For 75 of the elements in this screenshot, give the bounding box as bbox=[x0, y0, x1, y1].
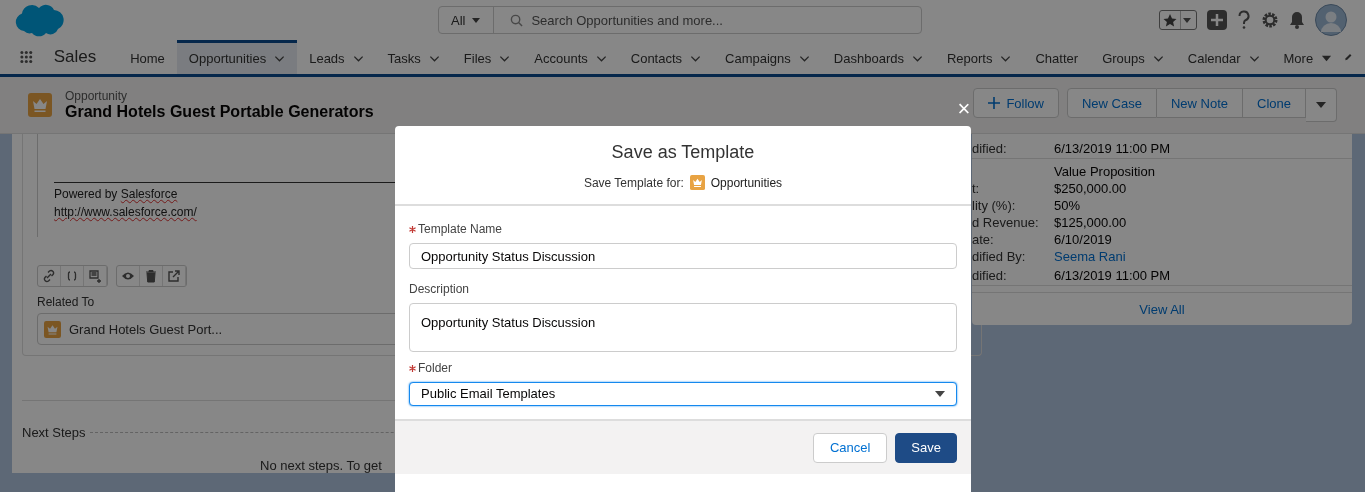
bell-icon[interactable] bbox=[1289, 11, 1305, 29]
folder-select[interactable]: Public Email Templates bbox=[409, 381, 957, 406]
nav-tab[interactable]: Leads bbox=[297, 40, 376, 74]
caret-down-icon bbox=[1180, 11, 1194, 29]
section-heading: Next Steps bbox=[22, 425, 86, 440]
field-label: dified By: bbox=[972, 249, 1026, 264]
nav-tab[interactable]: Opportunities bbox=[176, 40, 298, 74]
nav-tab[interactable]: Contacts bbox=[618, 40, 714, 74]
view-all-link[interactable]: View All bbox=[1139, 301, 1185, 317]
field-label: Save Template for: bbox=[583, 175, 684, 190]
avatar-icon[interactable] bbox=[1315, 4, 1347, 36]
save-button[interactable]: Save bbox=[895, 432, 957, 463]
field-label: t: bbox=[972, 181, 980, 196]
user-link[interactable]: Seema Rani bbox=[1054, 249, 1126, 264]
cancel-button[interactable]: Cancel bbox=[812, 432, 888, 463]
app-name: Sales bbox=[53, 47, 97, 67]
crown-icon bbox=[44, 320, 61, 338]
follow-button[interactable]: Follow bbox=[973, 88, 1059, 118]
settings-icon[interactable] bbox=[1261, 11, 1279, 29]
scope-dropdown[interactable]: All bbox=[439, 7, 495, 33]
nav-tab[interactable]: Dashboards bbox=[821, 40, 935, 74]
search-icon bbox=[510, 13, 524, 27]
close-button[interactable]: × bbox=[953, 98, 975, 120]
crown-icon bbox=[689, 175, 705, 190]
object-name: Opportunities bbox=[710, 175, 783, 190]
caret-down-icon[interactable] bbox=[1321, 53, 1333, 64]
nav-tab[interactable]: Campaigns bbox=[713, 40, 822, 74]
search-field[interactable]: All Search Opportunities and more... bbox=[438, 6, 922, 34]
field-label: Description bbox=[409, 282, 471, 297]
nav-tab[interactable]: Calendar bbox=[1175, 40, 1272, 74]
nav-tab[interactable]: Reports bbox=[934, 40, 1024, 74]
nav-tab[interactable]: Chatter bbox=[1023, 40, 1091, 74]
description-field[interactable]: Opportunity Status Discussion bbox=[409, 303, 957, 352]
email-footer-text: Powered by Salesforce bbox=[54, 186, 179, 203]
favorites-button[interactable] bbox=[1159, 10, 1197, 30]
field-label: Template Name bbox=[409, 222, 957, 236]
caret-down-icon bbox=[471, 15, 482, 25]
caret-down-icon bbox=[935, 388, 945, 399]
nav-tab[interactable]: Tasks bbox=[375, 40, 452, 74]
nav-tab[interactable]: Accounts bbox=[522, 40, 619, 74]
required-icon bbox=[409, 226, 416, 233]
field-label: dified: bbox=[972, 140, 1007, 156]
field-value: Value Proposition bbox=[1054, 164, 1155, 179]
field-value: 6/10/2019 bbox=[1054, 232, 1112, 247]
field-label: Folder bbox=[409, 360, 957, 375]
nav-tab[interactable]: More bbox=[1271, 40, 1345, 74]
search-placeholder: Search Opportunities and more... bbox=[531, 12, 723, 28]
field-label: Related To bbox=[37, 295, 96, 309]
action-button[interactable]: New Note bbox=[1156, 88, 1244, 118]
field-value: 50% bbox=[1054, 198, 1081, 213]
field-value: 6/13/2019 11:00 PM bbox=[1054, 267, 1171, 283]
help-icon[interactable] bbox=[1237, 10, 1251, 30]
lookup-value: Grand Hotels Guest Port... bbox=[69, 321, 223, 337]
record-title: Grand Hotels Guest Portable Generators bbox=[65, 103, 374, 121]
field-value: 6/13/2019 11:00 PM bbox=[1054, 140, 1171, 156]
nav-tab[interactable]: Home bbox=[118, 40, 177, 74]
field-label: ate: bbox=[972, 232, 994, 247]
dialog-title: Save as Template bbox=[610, 142, 756, 163]
field-label: dified: bbox=[972, 267, 1007, 283]
nav-tab[interactable]: Files bbox=[451, 40, 523, 74]
plus-icon bbox=[988, 97, 1001, 109]
required-icon bbox=[409, 364, 416, 372]
action-button[interactable]: Clone bbox=[1243, 88, 1306, 118]
plus-icon[interactable] bbox=[1207, 10, 1227, 30]
field-label: lity (%): bbox=[972, 198, 1016, 213]
action-button[interactable]: New Case bbox=[1067, 88, 1157, 118]
record-type: Opportunity bbox=[65, 89, 129, 103]
input-field[interactable]: Opportunity Status Discussion bbox=[409, 243, 957, 270]
field-value: $250,000.00 bbox=[1054, 181, 1127, 196]
field-value: $125,000.00 bbox=[1054, 215, 1127, 230]
crown-icon bbox=[28, 93, 52, 117]
more-actions-button[interactable] bbox=[1306, 88, 1337, 122]
field-label: d Revenue: bbox=[972, 215, 1039, 230]
nav-tab[interactable]: Groups bbox=[1090, 40, 1176, 74]
empty-message: No next steps. To get bbox=[260, 458, 383, 473]
